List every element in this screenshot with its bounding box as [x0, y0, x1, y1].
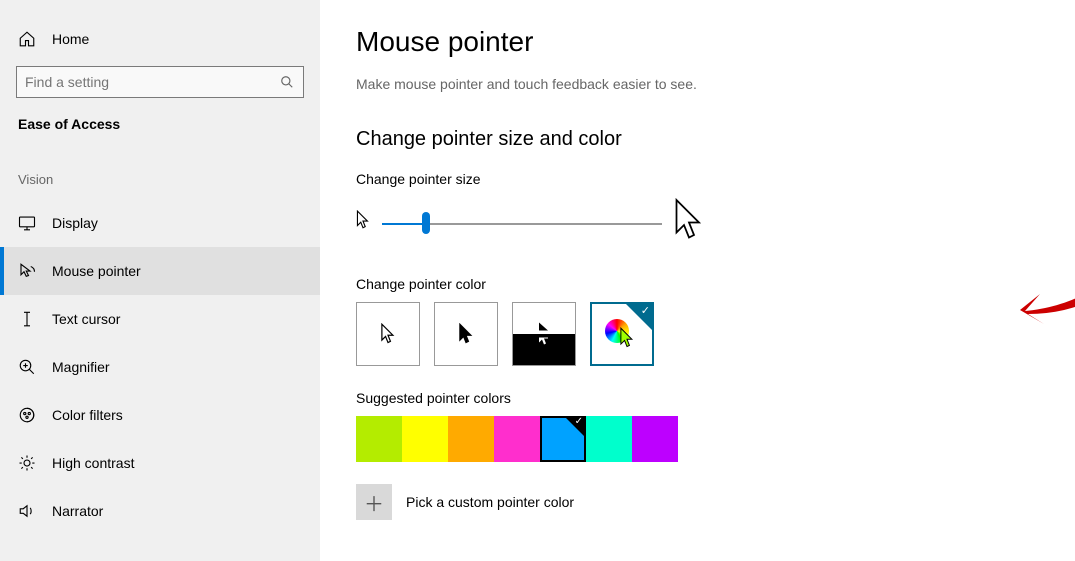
pointer-style-custom[interactable]: [590, 302, 654, 366]
search-input[interactable]: [16, 66, 304, 98]
nav-label: Narrator: [52, 503, 103, 519]
add-custom-color-button[interactable]: ＋: [356, 484, 392, 520]
color-swatch[interactable]: [448, 416, 494, 462]
nav-label: Color filters: [52, 407, 123, 423]
suggested-colors-label: Suggested pointer colors: [356, 390, 1039, 406]
color-swatch[interactable]: [632, 416, 678, 462]
cursor-large-icon: [674, 197, 704, 248]
monitor-icon: [18, 214, 36, 232]
pointer-color-options: [356, 302, 1039, 366]
color-swatch[interactable]: [402, 416, 448, 462]
slider-thumb[interactable]: [422, 212, 430, 234]
pointer-size-label: Change pointer size: [356, 171, 1039, 187]
cursor-small-icon: [356, 210, 370, 235]
category-title: Ease of Access: [0, 112, 320, 142]
nav-item-text-cursor[interactable]: Text cursor: [0, 295, 320, 343]
nav-label: High contrast: [52, 455, 134, 471]
home-icon: [18, 30, 36, 48]
nav-list: Display Mouse pointer Text cursor Magnif…: [0, 199, 320, 535]
pointer-style-inverted[interactable]: [512, 302, 576, 366]
narrator-icon: [18, 502, 36, 520]
search-field[interactable]: [25, 74, 279, 90]
section-heading: Change pointer size and color: [356, 128, 1039, 151]
high-contrast-icon: [18, 454, 36, 472]
home-label: Home: [52, 31, 89, 47]
nav-item-magnifier[interactable]: Magnifier: [0, 343, 320, 391]
custom-color-label: Pick a custom pointer color: [406, 494, 574, 510]
nav-item-high-contrast[interactable]: High contrast: [0, 439, 320, 487]
text-cursor-icon: [18, 310, 36, 328]
color-swatch[interactable]: [540, 416, 586, 462]
pointer-color-label: Change pointer color: [356, 276, 1039, 292]
color-filters-icon: [18, 406, 36, 424]
page-title: Mouse pointer: [356, 26, 1039, 58]
color-swatch[interactable]: [356, 416, 402, 462]
slider-fill: [382, 223, 426, 225]
pointer-size-slider[interactable]: [382, 211, 662, 235]
mouse-pointer-icon: [18, 262, 36, 280]
plus-icon: ＋: [364, 488, 384, 517]
search-icon: [279, 74, 295, 90]
page-subtitle: Make mouse pointer and touch feedback ea…: [356, 76, 1039, 92]
nav-item-narrator[interactable]: Narrator: [0, 487, 320, 535]
nav-label: Magnifier: [52, 359, 110, 375]
nav-item-mouse-pointer[interactable]: Mouse pointer: [0, 247, 320, 295]
nav-label: Mouse pointer: [52, 263, 141, 279]
pointer-style-white[interactable]: [356, 302, 420, 366]
color-swatch[interactable]: [494, 416, 540, 462]
pointer-style-black[interactable]: [434, 302, 498, 366]
main-content: Mouse pointer Make mouse pointer and tou…: [320, 0, 1075, 561]
custom-color-row: ＋ Pick a custom pointer color: [356, 484, 1039, 520]
color-swatch[interactable]: [586, 416, 632, 462]
vision-section-title: Vision: [0, 142, 320, 199]
nav-label: Display: [52, 215, 98, 231]
magnifier-icon: [18, 358, 36, 376]
nav-item-display[interactable]: Display: [0, 199, 320, 247]
nav-label: Text cursor: [52, 311, 120, 327]
home-button[interactable]: Home: [0, 20, 320, 58]
pointer-size-slider-row: [356, 197, 1039, 248]
nav-item-color-filters[interactable]: Color filters: [0, 391, 320, 439]
suggested-colors-row: [356, 416, 1039, 462]
sidebar: Home Ease of Access Vision Display Mouse…: [0, 0, 320, 561]
